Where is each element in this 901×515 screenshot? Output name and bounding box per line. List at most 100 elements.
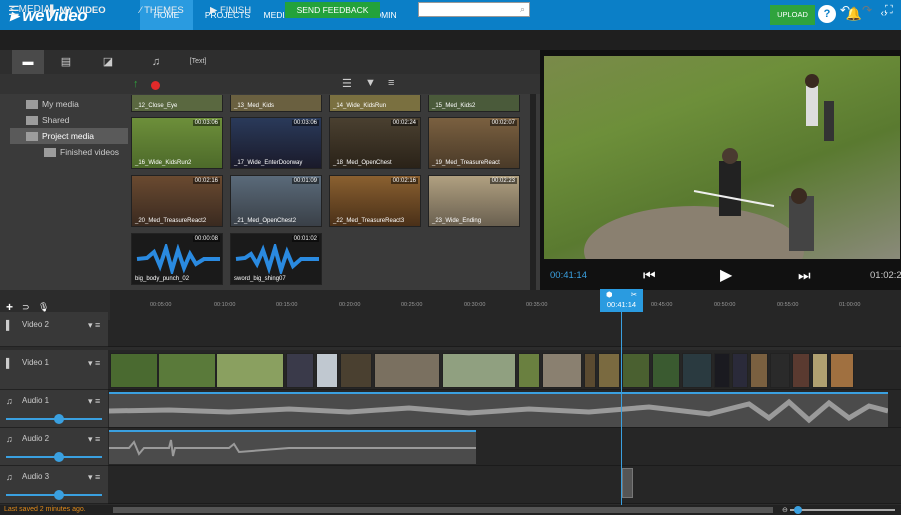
media-thumb[interactable]: 00:03:06 _17_Wide_EnterDoorway	[230, 117, 322, 169]
time-ruler[interactable]: 00:05:00 00:10:00 00:15:00 00:20:00 00:2…	[110, 290, 901, 320]
video-clip[interactable]	[110, 353, 158, 388]
track-label: Audio 1	[22, 396, 50, 405]
video-clip[interactable]	[374, 353, 440, 388]
media-back-link[interactable]: < MEDIA	[10, 4, 50, 15]
media-thumb[interactable]: 00:01:09 _21_Med_OpenChest2	[230, 175, 322, 227]
media-thumb[interactable]: 00:02:23 _23_Wide_Ending	[428, 175, 520, 227]
video-clip[interactable]	[598, 353, 620, 388]
video-clip[interactable]	[518, 353, 540, 388]
thumb-duration: 00:03:06	[192, 120, 220, 126]
media-thumb[interactable]: 00:02:16 _22_Med_TreasureReact3	[329, 175, 421, 227]
video-clip[interactable]	[316, 353, 338, 388]
folder-open-icon	[26, 132, 38, 141]
audio-1-clip[interactable]	[108, 392, 889, 427]
video-clip[interactable]	[158, 353, 216, 388]
tab-themes[interactable]: ⁄ THEMES	[140, 0, 184, 20]
help-icon[interactable]: ?	[818, 5, 836, 23]
skip-forward-icon[interactable]: ⏭	[798, 267, 811, 284]
list-view-icon[interactable]: ☰	[342, 77, 352, 90]
track-video-1-header: ▌ Video 1 ▾ ≡	[0, 350, 108, 390]
upload-button[interactable]: UPLOAD	[770, 5, 815, 25]
video-clip[interactable]	[714, 353, 730, 388]
video-clip[interactable]	[340, 353, 372, 388]
track-menu-icon[interactable]: ▾ ≡	[88, 472, 100, 483]
ruler-tick: 00:30:00	[464, 302, 486, 308]
video-clip[interactable]	[792, 353, 810, 388]
media-thumb[interactable]: 00:02:24 _18_Med_OpenChest	[329, 117, 421, 169]
tab-finish[interactable]: ▶ FINISH	[210, 0, 251, 20]
audio-2-clip[interactable]	[109, 430, 476, 464]
playhead-time: 00:41:14	[606, 300, 637, 309]
audio-thumb[interactable]: 00:01:02 sword_big_shing07	[230, 233, 322, 285]
media-thumb[interactable]: _14_Wide_KidsRun	[329, 95, 421, 112]
media-scrollbar[interactable]	[530, 94, 536, 290]
video-clip[interactable]	[732, 353, 748, 388]
zoom-out-icon[interactable]: ⊖	[782, 506, 788, 514]
video-clip[interactable]	[286, 353, 314, 388]
fullscreen-icon[interactable]: ⛶	[885, 0, 893, 20]
split-icon[interactable]: ✂	[631, 290, 637, 299]
volume-knob[interactable]	[53, 452, 64, 462]
media-thumb[interactable]: 00:02:16 _20_Med_TreasureReact2	[131, 175, 223, 227]
video-clip[interactable]	[216, 353, 284, 388]
track-menu-icon[interactable]: ▾ ≡	[88, 358, 100, 369]
folder-finished-videos[interactable]: Finished videos	[18, 144, 128, 160]
folder-my-media[interactable]: My media	[18, 96, 128, 112]
media-search-input[interactable]: ⌕	[418, 2, 530, 17]
media-thumb[interactable]: 00:03:06 _16_Wide_KidsRun2	[131, 117, 223, 169]
send-feedback-button[interactable]: SEND FEEDBACK	[285, 2, 380, 18]
redo-icon[interactable]: ↷	[862, 0, 872, 20]
playhead-marker[interactable]: ⬢ ✂ 00:41:14	[600, 289, 643, 312]
play-icon[interactable]: ▶	[720, 265, 732, 285]
audio-thumb[interactable]: 00:00:08 big_body_punch_02	[131, 233, 223, 285]
video-clip[interactable]	[652, 353, 680, 388]
folder-project-media[interactable]: Project media	[10, 128, 128, 144]
skip-back-icon[interactable]: ⏮	[643, 267, 656, 284]
timeline-scrollbar[interactable]	[113, 507, 773, 513]
playhead-line[interactable]	[621, 305, 622, 505]
audio-3-clip[interactable]	[622, 468, 633, 498]
video-clip[interactable]	[442, 353, 516, 388]
folder-shared[interactable]: Shared	[18, 112, 128, 128]
media-thumb[interactable]: _15_Med_Kids2	[428, 95, 520, 112]
video-clip[interactable]	[750, 353, 768, 388]
video-clip[interactable]	[770, 353, 790, 388]
track-video-2[interactable]	[108, 320, 901, 347]
track-menu-icon[interactable]: ▾ ≡	[88, 434, 100, 445]
track-menu-icon[interactable]: ▾ ≡	[88, 320, 100, 331]
tab-title-icon[interactable]: [Text]	[182, 50, 214, 74]
track-audio-3[interactable]	[108, 466, 901, 504]
media-thumb[interactable]: _13_Med_Kids	[230, 95, 322, 112]
undo-icon[interactable]: ↶	[840, 0, 850, 20]
thumb-duration: 00:01:02	[291, 236, 319, 242]
tab-my-video[interactable]: ▌ MY VIDEO	[50, 0, 106, 20]
video-clip[interactable]	[830, 353, 854, 388]
filter-icon[interactable]: ▼	[365, 77, 376, 89]
volume-knob[interactable]	[53, 414, 64, 424]
tab-text-icon[interactable]: ▤	[50, 50, 82, 74]
volume-slider[interactable]	[6, 490, 102, 500]
record-icon[interactable]	[151, 81, 160, 90]
track-menu-icon[interactable]: ▾ ≡	[88, 396, 100, 407]
video-clip[interactable]	[622, 353, 650, 388]
waveform	[109, 439, 476, 457]
volume-knob[interactable]	[53, 490, 64, 500]
sort-icon[interactable]: ≡	[388, 77, 394, 89]
zoom-slider[interactable]	[790, 506, 895, 514]
video-clip[interactable]	[812, 353, 828, 388]
upload-arrow-icon[interactable]: ↑	[133, 78, 139, 90]
tab-music-icon[interactable]: ♫	[140, 50, 172, 74]
video-clip[interactable]	[584, 353, 596, 388]
tab-transition-icon[interactable]: ◪	[92, 50, 124, 74]
media-thumb[interactable]: _12_Close_Eye	[131, 95, 223, 112]
video-preview[interactable]	[544, 56, 900, 296]
video-clip[interactable]	[542, 353, 582, 388]
volume-slider[interactable]	[6, 414, 102, 424]
waveform-icon	[136, 244, 220, 274]
video-clip[interactable]	[682, 353, 712, 388]
tab-media-icon[interactable]: ▬	[12, 50, 44, 74]
marker-icon[interactable]: ⬢	[606, 290, 613, 299]
zoom-knob[interactable]	[794, 506, 802, 514]
media-thumb[interactable]: 00:02:07 _19_Med_TreasureReact	[428, 117, 520, 169]
volume-slider[interactable]	[6, 452, 102, 462]
